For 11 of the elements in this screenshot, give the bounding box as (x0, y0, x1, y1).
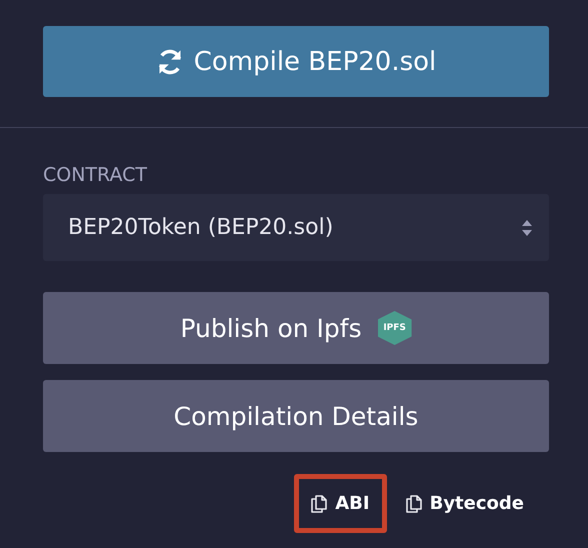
sort-icon (521, 218, 533, 236)
contract-label: CONTRACT (43, 164, 148, 186)
copy-icon (406, 494, 422, 512)
copy-link[interactable]: ABI (294, 474, 387, 533)
ipfs-logo: IPFS (378, 311, 412, 345)
copy-link[interactable]: Bytecode (388, 474, 541, 533)
action-button[interactable]: Compilation Details (43, 380, 549, 452)
compile-button[interactable]: Compile BEP20.sol (43, 26, 549, 97)
copy-icon (311, 494, 328, 512)
action-button[interactable]: Publish on Ipfs IPFS (43, 292, 549, 364)
contract-select[interactable]: BEP20Token (BEP20.sol) (43, 194, 549, 261)
